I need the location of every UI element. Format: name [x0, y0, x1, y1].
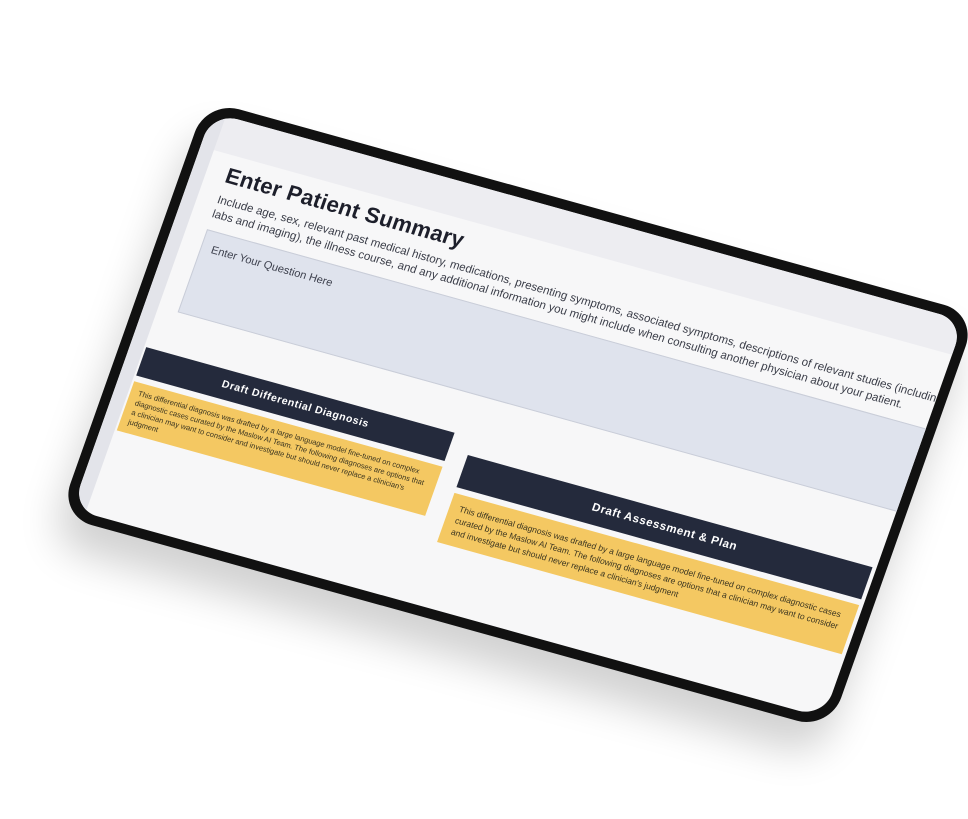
tablet-frame: Enter Patient Summary Include age, sex, …: [58, 100, 968, 730]
app-screen: Enter Patient Summary Include age, sex, …: [71, 112, 965, 718]
stage: Enter Patient Summary Include age, sex, …: [0, 0, 968, 819]
main-content: Enter Patient Summary Include age, sex, …: [105, 163, 950, 718]
